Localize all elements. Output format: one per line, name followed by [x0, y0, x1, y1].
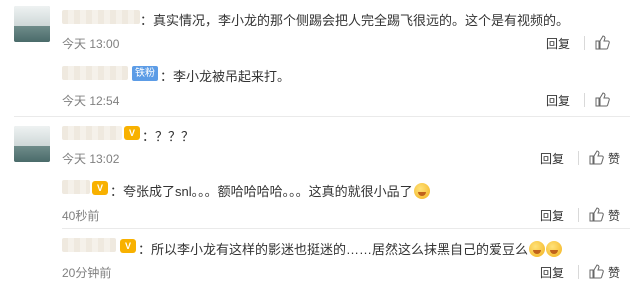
avatar[interactable]: [14, 126, 50, 162]
action-separator: [578, 265, 579, 279]
comment-body: ：所以李小龙有这样的影迷也挺迷的……居然这么抹黑自己的爱豆么: [138, 242, 529, 257]
comment-text: ：真实情况，李小龙的那个侧踢会把人完全踢飞很远的。这个是有视频的。: [140, 13, 570, 28]
vip-badge-icon: V: [92, 181, 108, 195]
thumbs-up-icon[interactable]: [594, 91, 610, 107]
reply-button[interactable]: 回复: [540, 207, 564, 224]
like-button[interactable]: 赞: [608, 150, 620, 167]
username-blurred[interactable]: [62, 66, 128, 80]
comment-divider: [62, 228, 630, 229]
comment-divider: [14, 116, 630, 117]
like-button[interactable]: 赞: [608, 264, 620, 281]
vip-badge-icon: V: [124, 126, 140, 140]
action-separator: [578, 151, 579, 165]
laughing-emoji-icon: [413, 183, 430, 199]
comment-text: ：？？？: [142, 129, 195, 144]
thumbs-up-icon[interactable]: [588, 263, 604, 279]
reply-button[interactable]: 回复: [546, 92, 570, 109]
action-separator: [578, 208, 579, 222]
vip-badge-icon: V: [120, 239, 136, 253]
username-blurred[interactable]: [62, 238, 116, 252]
thumbs-up-icon[interactable]: [588, 149, 604, 165]
action-separator: [584, 93, 585, 107]
comment-text: ：夸张成了snl。。。额哈哈哈哈。。。这真的就很小品了: [110, 181, 430, 200]
comment-time: 40秒前: [62, 209, 100, 223]
comment-text: ：所以李小龙有这样的影迷也挺迷的……居然这么抹黑自己的爱豆么: [138, 239, 563, 258]
action-separator: [584, 36, 585, 50]
comment-text: ：李小龙被吊起来打。: [160, 69, 291, 84]
comment-time: 今天 12:54: [62, 94, 120, 108]
comment-time: 20分钟前: [62, 266, 112, 280]
comment-body: ：夸张成了snl。。。额哈哈哈哈。。。这真的就很小品了: [110, 184, 413, 199]
reply-button[interactable]: 回复: [546, 35, 570, 52]
comment-time: 今天 13:02: [62, 152, 120, 166]
fan-badge: 铁粉: [132, 66, 158, 81]
thumbs-up-icon[interactable]: [594, 34, 610, 50]
like-button[interactable]: 赞: [608, 207, 620, 224]
thumbs-up-icon[interactable]: [588, 206, 604, 222]
username-blurred[interactable]: [62, 126, 122, 140]
reply-button[interactable]: 回复: [540, 150, 564, 167]
username-blurred[interactable]: [62, 10, 140, 24]
reply-button[interactable]: 回复: [540, 264, 564, 281]
avatar[interactable]: [14, 6, 50, 42]
username-blurred[interactable]: [62, 180, 90, 194]
laughing-emoji-icon: [546, 241, 563, 257]
comment-time: 今天 13:00: [62, 37, 120, 51]
laughing-emoji-icon: [529, 241, 546, 257]
